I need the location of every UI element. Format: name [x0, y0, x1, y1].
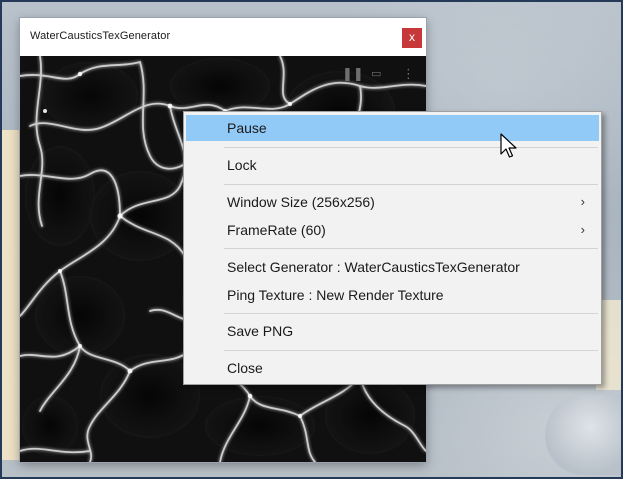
background-shape — [545, 395, 621, 475]
menu-item-ping-texture[interactable]: Ping Texture : New Render Texture — [186, 282, 599, 308]
menu-item-lock[interactable]: Lock — [186, 152, 599, 178]
menu-item-window-size[interactable]: Window Size (256x256) › — [186, 189, 599, 215]
menu-separator — [224, 248, 598, 249]
more-vertical-icon[interactable]: ⋮ — [402, 66, 415, 82]
view-controls: ❚❚ ▭ ⋮ — [338, 66, 418, 84]
menu-item-save-png[interactable]: Save PNG — [186, 318, 599, 344]
window-title: WaterCausticsTexGenerator — [30, 30, 171, 42]
window-title-bar[interactable]: WaterCausticsTexGenerator x — [20, 18, 426, 56]
context-menu: Pause Lock Window Size (256x256) › Frame… — [183, 111, 602, 385]
menu-item-label: Ping Texture : New Render Texture — [227, 287, 444, 303]
menu-item-pause[interactable]: Pause — [186, 115, 599, 141]
menu-separator — [224, 313, 598, 314]
menu-separator — [224, 184, 598, 185]
menu-item-label: Pause — [227, 120, 267, 136]
mouse-cursor-icon — [500, 133, 517, 158]
menu-item-close[interactable]: Close — [186, 355, 599, 381]
menu-item-label: Select Generator : WaterCausticsTexGener… — [227, 259, 520, 275]
menu-item-label: Close — [227, 360, 263, 376]
menu-separator — [224, 350, 598, 351]
window-icon[interactable]: ▭ — [371, 66, 381, 82]
pause-icon[interactable]: ❚❚ — [342, 66, 364, 82]
menu-item-framerate[interactable]: FrameRate (60) › — [186, 217, 599, 243]
menu-item-label: FrameRate (60) — [227, 222, 326, 238]
menu-separator — [224, 147, 598, 148]
chevron-right-icon: › — [580, 194, 585, 209]
menu-item-select-generator[interactable]: Select Generator : WaterCausticsTexGener… — [186, 254, 599, 280]
menu-item-label: Lock — [227, 157, 257, 173]
chevron-right-icon: › — [580, 222, 585, 237]
menu-item-label: Window Size (256x256) — [227, 194, 375, 210]
close-button[interactable]: x — [402, 28, 422, 48]
menu-item-label: Save PNG — [227, 323, 294, 339]
